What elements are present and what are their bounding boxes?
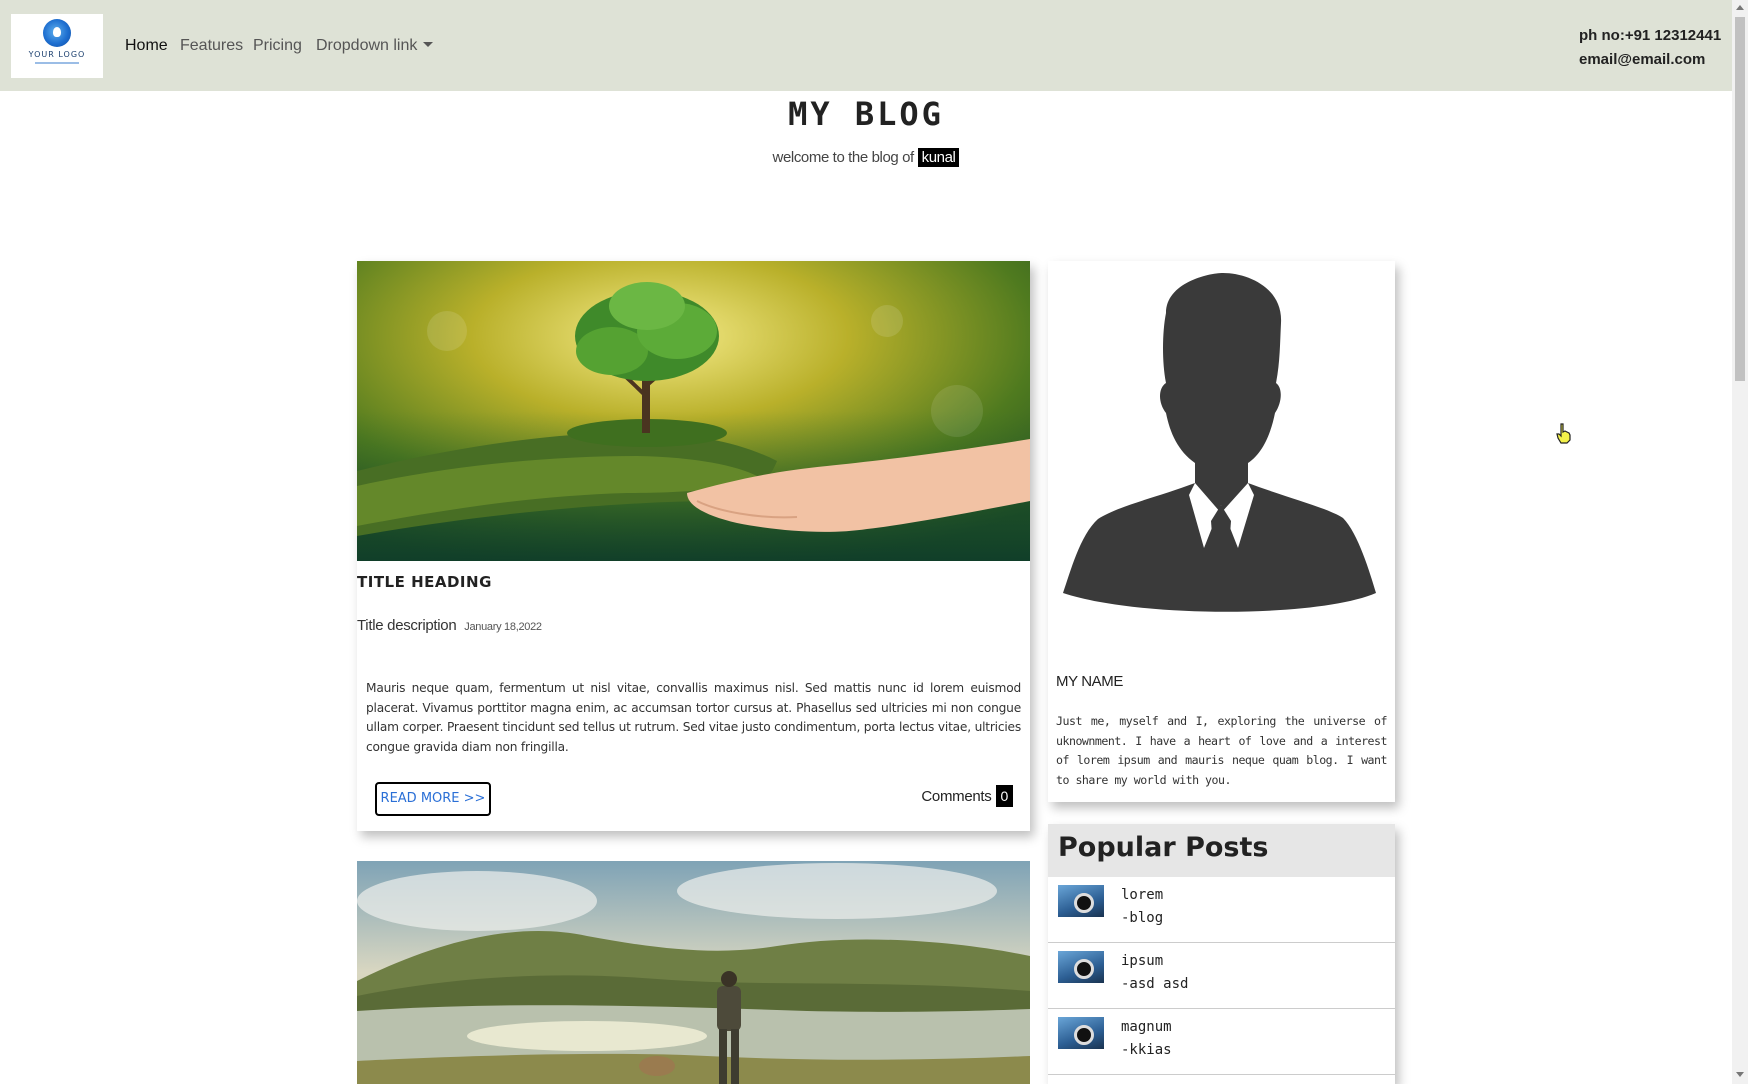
- post-image-tree: [357, 261, 1030, 561]
- post-description: Title description January 18,2022: [357, 617, 542, 634]
- scroll-thumb[interactable]: [1735, 17, 1745, 381]
- profile-card: MY NAME Just me, myself and I, exploring…: [1048, 261, 1395, 802]
- logo-icon: [43, 19, 71, 47]
- popular-post-item[interactable]: lorem -blog: [1048, 877, 1395, 943]
- scroll-up-arrow-icon[interactable]: [1736, 5, 1744, 10]
- post-date: January 18,2022: [464, 621, 542, 633]
- comments-link[interactable]: Comments 0: [921, 785, 1013, 807]
- tagline-prefix: welcome to the blog of: [772, 149, 915, 166]
- contact-email: email@email.com: [1579, 51, 1706, 68]
- profile-bio: Just me, myself and I, exploring the uni…: [1056, 714, 1388, 787]
- author-name-badge: kunal: [917, 148, 960, 167]
- popular-posts-title: Popular Posts: [1058, 832, 1269, 863]
- popular-post-subtitle: -asd asd: [1121, 976, 1189, 992]
- post-image-lake: [357, 861, 1030, 1084]
- popular-post-name: lorem: [1121, 887, 1164, 903]
- post-description-text: Title description: [357, 617, 457, 634]
- logo-underline: [35, 62, 79, 64]
- nav-dropdown-label: Dropdown link: [316, 37, 418, 54]
- contact-info: ph no:+91 12312441 email@email.com: [1579, 24, 1721, 72]
- popular-post-item[interactable]: magnum -kkias: [1048, 1009, 1395, 1075]
- popular-post-thumbnail: [1058, 885, 1104, 917]
- comments-count-badge: 0: [995, 785, 1013, 807]
- popular-post-thumbnail: [1058, 951, 1104, 983]
- blog-tagline: welcome to the blog of kunal: [0, 148, 1732, 167]
- post-card-2: [357, 861, 1030, 1084]
- blog-title: MY BLOG: [788, 95, 944, 133]
- navbar: YOUR LOGO Home Features Pricing Dropdown…: [0, 0, 1732, 91]
- site-logo[interactable]: YOUR LOGO: [11, 14, 103, 78]
- logo-text: YOUR LOGO: [28, 50, 86, 59]
- caret-down-icon: [423, 42, 434, 47]
- popular-post-thumbnail: [1058, 1017, 1104, 1049]
- page-scrollbar[interactable]: [1732, 0, 1748, 1084]
- nav-pricing[interactable]: Pricing: [253, 37, 302, 55]
- nav-features[interactable]: Features: [180, 37, 243, 55]
- popular-post-name: ipsum: [1121, 953, 1164, 969]
- popular-post-subtitle: -kkias: [1121, 1042, 1172, 1058]
- contact-phone: ph no:+91 12312441: [1579, 27, 1722, 44]
- comments-label: Comments: [921, 788, 992, 805]
- profile-name: MY NAME: [1056, 673, 1123, 690]
- scroll-down-arrow-icon[interactable]: [1736, 1072, 1744, 1077]
- post-heading: TITLE HEADING: [357, 573, 492, 591]
- popular-posts-header: Popular Posts: [1048, 824, 1395, 877]
- popular-post-item[interactable]: ipsum -asd asd: [1048, 943, 1395, 1009]
- post-body: Mauris neque quam, fermentum ut nisl vit…: [366, 681, 1021, 754]
- nav-dropdown[interactable]: Dropdown link: [316, 37, 434, 55]
- hand-cursor-icon: [1556, 423, 1571, 444]
- popular-post-name: magnum: [1121, 1019, 1172, 1035]
- read-more-button[interactable]: READ MORE >>: [375, 782, 491, 816]
- profile-silhouette: [1058, 273, 1384, 613]
- nav-home[interactable]: Home: [125, 37, 168, 55]
- popular-post-subtitle: -blog: [1121, 910, 1164, 926]
- post-card: TITLE HEADING Title description January …: [357, 261, 1030, 831]
- popular-posts: Popular Posts lorem -blog ipsum -asd asd…: [1048, 824, 1395, 1084]
